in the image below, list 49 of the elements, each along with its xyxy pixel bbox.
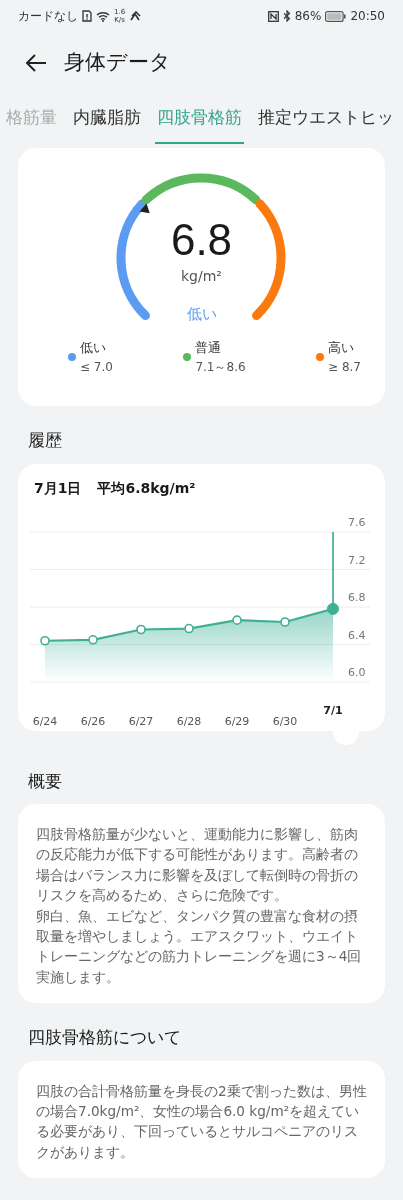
axis-tick-label: 7/1: [323, 703, 343, 717]
legend-range: 7.1～8.6: [195, 358, 246, 376]
legend-label: 高い: [328, 339, 356, 357]
section-heading: 概要: [27, 769, 63, 793]
chart-average: 平均6.8kg/m²: [97, 478, 196, 498]
tab[interactable]: 推定ウエストヒッ: [256, 100, 396, 144]
data-point: [280, 616, 290, 627]
axis-tick-label: 6/26: [80, 714, 106, 728]
battery-icon: [325, 10, 347, 22]
axis-tick-label: 6/24: [32, 714, 58, 728]
battery-percent: 86%: [294, 8, 322, 25]
chart-date: 7月1日: [34, 478, 82, 498]
legend-label: 低い: [80, 339, 107, 357]
body-paragraph: 卵白、魚、エビなど、タンパク質の豊富な食材の摂取量を増やしましょう。エアスクワット、ウエイトトレーニングなどの筋力トレーニングを週に3～4回実施します。: [36, 906, 363, 987]
legend-label: 普通: [195, 339, 223, 357]
sim-icon: [82, 10, 92, 22]
gauge-unit: kg/m²: [181, 267, 222, 286]
bluetooth-icon: [282, 10, 291, 22]
data-point: [40, 635, 50, 646]
axis-tick-label: 6/28: [176, 714, 202, 728]
body-paragraph: 四肢骨格筋量が少ないと、運動能力に影響し、筋肉の反応能力が低下する可能性があります。高齢者の場合はバランス力に影響を及ぼして転倒時の骨折のリスクを高めるため、さらに危険です。: [36, 825, 359, 906]
section-heading: 履歴: [27, 429, 63, 452]
page-title: 身体データ: [64, 49, 171, 77]
legend-range: ≥ 8.7: [328, 358, 361, 376]
axis-tick-label: 6.4: [348, 628, 366, 641]
nfc-icon: [267, 10, 279, 22]
tab[interactable]: 内臓脂肪: [71, 100, 143, 144]
section-heading: 四肢骨格筋について: [27, 1026, 182, 1050]
gauge-pointer: [139, 203, 150, 214]
wifi-icon: [96, 10, 110, 22]
axis-tick-label: 6/29: [224, 714, 250, 728]
gauge-value: 6.8: [170, 218, 233, 262]
axis-tick-label: 6/27: [128, 714, 154, 728]
data-point: [136, 624, 146, 634]
data-point: [88, 634, 98, 645]
axis-tick-label: 6.0: [348, 665, 366, 679]
clock-time: 20:50: [350, 8, 385, 25]
data-point: [184, 623, 194, 633]
axis-tick-label: 7.6: [348, 515, 366, 529]
axis-tick-label: 6/30: [272, 714, 298, 728]
body-paragraph: 四肢の合計骨格筋量を身長の2乗で割った数は、男性の場合7.0kg/m²、女性の場合6.0 kg/m²を超えている必要があり、下回っているとサルコペニアのリスクがあります。: [36, 1081, 368, 1162]
gauge-status: 低い: [186, 304, 217, 325]
carrier-text: カードなし: [18, 8, 78, 25]
back-button[interactable]: [24, 53, 48, 73]
axis-tick-label: 6.8: [348, 590, 366, 604]
data-point: [327, 602, 339, 615]
legend-range: ≤ 7.0: [80, 358, 113, 376]
data-point: [232, 614, 242, 625]
axis-tick-label: 7.2: [348, 553, 366, 566]
